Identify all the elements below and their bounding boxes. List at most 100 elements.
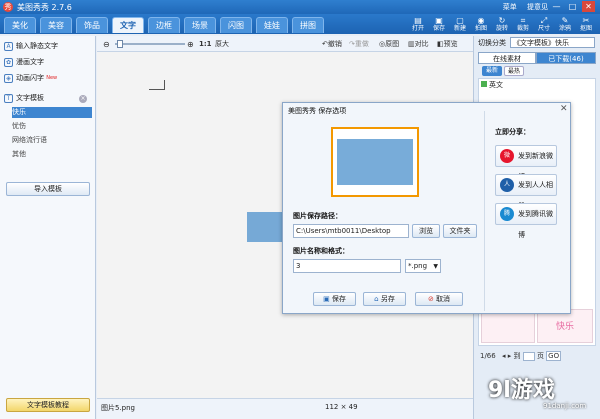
tencent-weibo-icon: 腾: [500, 207, 514, 221]
save-icon: ▣: [435, 16, 443, 25]
doodle-button[interactable]: ✎ 涂鸦: [554, 16, 576, 34]
tab-downloaded[interactable]: 已下载(46): [536, 52, 596, 64]
save-as-icon: ⌂: [374, 295, 381, 303]
next-page-icon[interactable]: ▸: [508, 352, 512, 360]
resize-icon: ⤢: [540, 16, 548, 25]
weibo-icon: 微: [500, 149, 514, 163]
zoom-handle[interactable]: [117, 40, 123, 48]
tab-accessories[interactable]: 饰品: [76, 17, 108, 33]
new-icon: ▢: [456, 16, 464, 25]
go-button[interactable]: GO: [546, 351, 562, 361]
crop-button[interactable]: ⌗ 裁剪: [512, 16, 534, 34]
new-button[interactable]: ▢ 新建: [449, 16, 471, 34]
filter-hottest[interactable]: 最热: [504, 66, 524, 76]
category-select[interactable]: 《文字模板》快乐: [510, 37, 595, 48]
browse-button[interactable]: 浏览: [412, 224, 440, 238]
prev-page-icon[interactable]: ◂: [502, 352, 506, 360]
capture-icon: ✂: [582, 16, 590, 25]
new-badge: New: [46, 75, 58, 81]
new-tag-icon: [481, 81, 487, 87]
rotate-button[interactable]: ↻ 旋转: [491, 16, 513, 34]
tab-scene[interactable]: 场景: [184, 17, 216, 33]
template-happy[interactable]: 快乐: [12, 107, 92, 118]
template-tutorial-button[interactable]: 文字模板教程: [6, 398, 90, 412]
template-other[interactable]: 其他: [12, 149, 92, 160]
import-template-button[interactable]: 导入模板: [6, 182, 90, 196]
save-as-button[interactable]: ⌂ 另存: [363, 292, 406, 306]
comic-text-item[interactable]: ✿ 漫画文字: [4, 56, 44, 69]
save-icon: ▣: [323, 295, 332, 303]
tab-beautify[interactable]: 美化: [4, 17, 36, 33]
watermark-url: 91danji.com: [543, 402, 587, 410]
save-toolbar-button[interactable]: ▣ 保存: [428, 16, 450, 34]
page-count: 1/66: [480, 352, 496, 360]
tab-text[interactable]: 文字: [112, 17, 144, 33]
share-tencent-weibo-button[interactable]: 腾发到腾讯微博: [495, 203, 557, 239]
redo-button[interactable]: ↷重做: [349, 39, 369, 49]
pager: 1/66 ◂ ▸ 到 页 GO: [480, 351, 562, 361]
resize-button[interactable]: ⤢ 尺寸: [533, 16, 555, 34]
camera-icon: ◉: [477, 16, 485, 25]
template-slang[interactable]: 网络流行语: [12, 135, 92, 146]
top-links: 菜单 提意见: [495, 2, 548, 12]
static-text-item[interactable]: A 输入静态文字: [4, 40, 58, 53]
format-select[interactable]: *.png ▼: [405, 259, 441, 273]
tab-frame[interactable]: 边框: [148, 17, 180, 33]
dialog-title: 美图秀秀 保存选项: [288, 107, 347, 115]
preview-image: [337, 139, 413, 185]
dialog-close-icon[interactable]: ✕: [560, 104, 568, 114]
open-folder-button[interactable]: 文件夹: [443, 224, 477, 238]
template-section[interactable]: T 文字模板: [4, 92, 44, 105]
original-size-button[interactable]: 原大: [215, 39, 229, 49]
canvas-toolbar: ⊖ ⊕ 1:1 原大 ↶撤销 ↷重做 ◎原图 ▥对比 ◧预览: [97, 36, 473, 52]
save-button[interactable]: ▣ 保存: [313, 292, 356, 306]
camera-button[interactable]: ◉ 拍图: [470, 16, 492, 34]
zoom-slider[interactable]: [115, 43, 185, 45]
chevron-down-icon: ▼: [433, 263, 438, 270]
filename-label: 图片名称和格式：: [293, 247, 349, 255]
animated-text-item[interactable]: ◈ 动画闪字 New: [4, 72, 57, 85]
tab-online-materials[interactable]: 在线素材: [478, 52, 536, 64]
maximize-icon[interactable]: □: [566, 1, 579, 12]
preview-button[interactable]: ◧预览: [437, 39, 458, 49]
canvas-image[interactable]: [247, 212, 283, 242]
compare-button[interactable]: ▥对比: [408, 39, 429, 49]
menu-link[interactable]: 菜单: [503, 3, 517, 11]
open-button[interactable]: ▤ 打开: [407, 16, 429, 34]
app-title: 美图秀秀 2.7.6: [17, 3, 72, 12]
minimize-icon[interactable]: —: [550, 1, 563, 12]
status-bar: 图片5.png 112 × 49: [97, 398, 473, 419]
cutout-button[interactable]: ✂ 抠图: [575, 16, 597, 34]
filter-newest[interactable]: 最新: [482, 66, 502, 76]
app-logo-icon: 秀: [3, 2, 13, 12]
renren-icon: 人: [500, 178, 514, 192]
main-nav: 美化 美容 饰品 文字 边框 场景 闪图 娃娃 拼图 ▤ 打开 ▣ 保存 ▢ 新建 ◉…: [0, 14, 600, 34]
compare-icon: ▥: [408, 40, 415, 48]
close-window-icon[interactable]: ✕: [582, 1, 595, 12]
tab-doll[interactable]: 娃娃: [256, 17, 288, 33]
material-item-label: 英文: [489, 81, 503, 89]
material-thumb[interactable]: [481, 309, 535, 343]
undo-button[interactable]: ↶撤销: [322, 39, 342, 49]
collapse-icon[interactable]: ×: [79, 95, 87, 103]
sparkle-icon: ◈: [4, 73, 13, 83]
zoom-in-icon[interactable]: ⊕: [187, 40, 194, 49]
tab-collage[interactable]: 拼图: [292, 17, 324, 33]
crop-corner-mark: [149, 80, 165, 90]
filename-field[interactable]: 3: [293, 259, 401, 273]
page-input[interactable]: [522, 351, 535, 361]
left-panel: A 输入静态文字 ✿ 漫画文字 ◈ 动画闪字 New T 文字模板 × 快乐 忧伤 网络…: [0, 36, 96, 419]
original-button[interactable]: ◎原图: [379, 39, 399, 49]
cancel-button[interactable]: ⊘ 取消: [415, 292, 463, 306]
tab-flash[interactable]: 闪图: [220, 17, 252, 33]
save-path-field[interactable]: C:\Users\mtb0011\Desktop: [293, 224, 409, 238]
share-renren-button[interactable]: 人发到人人相册: [495, 174, 557, 210]
feedback-link[interactable]: 提意见: [527, 3, 548, 11]
material-thumb[interactable]: 快乐: [537, 309, 593, 343]
template-sad[interactable]: 忧伤: [12, 121, 92, 132]
share-sina-weibo-button[interactable]: 微发到新浪微博: [495, 145, 557, 181]
zoom-out-icon[interactable]: ⊖: [103, 40, 110, 49]
share-title: 立即分享：: [495, 128, 530, 136]
tab-face[interactable]: 美容: [40, 17, 72, 33]
cancel-icon: ⊘: [427, 295, 437, 303]
